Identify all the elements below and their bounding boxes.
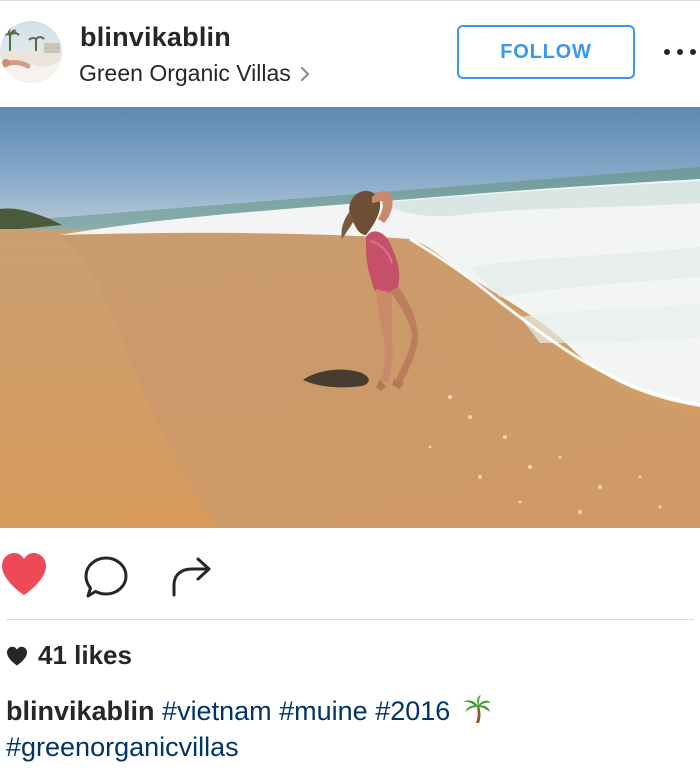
heart-small-icon <box>7 646 27 665</box>
chevron-right-icon <box>300 66 309 81</box>
caption: blinvikablin #vietnam #muine #2016 #gree… <box>6 693 686 765</box>
palm-tree-icon <box>462 695 491 723</box>
username[interactable]: blinvikablin <box>80 22 231 53</box>
post-photo[interactable] <box>0 107 700 528</box>
avatar-image <box>0 21 62 83</box>
post-header: blinvikablin Green Organic Villas FOLLOW <box>0 0 700 107</box>
follow-button[interactable]: FOLLOW <box>457 25 635 79</box>
hashtag-vietnam[interactable]: #vietnam <box>162 696 272 726</box>
hashtag-greenorganicvillas[interactable]: #greenorganicvillas <box>6 732 239 762</box>
share-arrow-icon[interactable] <box>170 555 214 597</box>
likes-count[interactable]: 41 likes <box>6 640 132 671</box>
more-dot <box>690 49 696 55</box>
comment-bubble-icon[interactable] <box>84 555 130 599</box>
location-link[interactable]: Green Organic Villas <box>79 60 311 87</box>
caption-username[interactable]: blinvikablin <box>6 696 155 726</box>
more-dot <box>677 49 683 55</box>
post-actions <box>0 528 700 620</box>
hashtag-muine[interactable]: #muine <box>279 696 368 726</box>
location-label: Green Organic Villas <box>79 60 291 86</box>
beach-photo <box>0 107 700 528</box>
more-dot <box>664 49 670 55</box>
heart-filled-icon[interactable] <box>0 552 48 596</box>
more-options-icon[interactable] <box>664 40 696 64</box>
avatar[interactable] <box>0 21 62 83</box>
divider <box>6 619 694 620</box>
likes-text: 41 likes <box>38 640 132 670</box>
hashtag-2016[interactable]: #2016 <box>375 696 450 726</box>
